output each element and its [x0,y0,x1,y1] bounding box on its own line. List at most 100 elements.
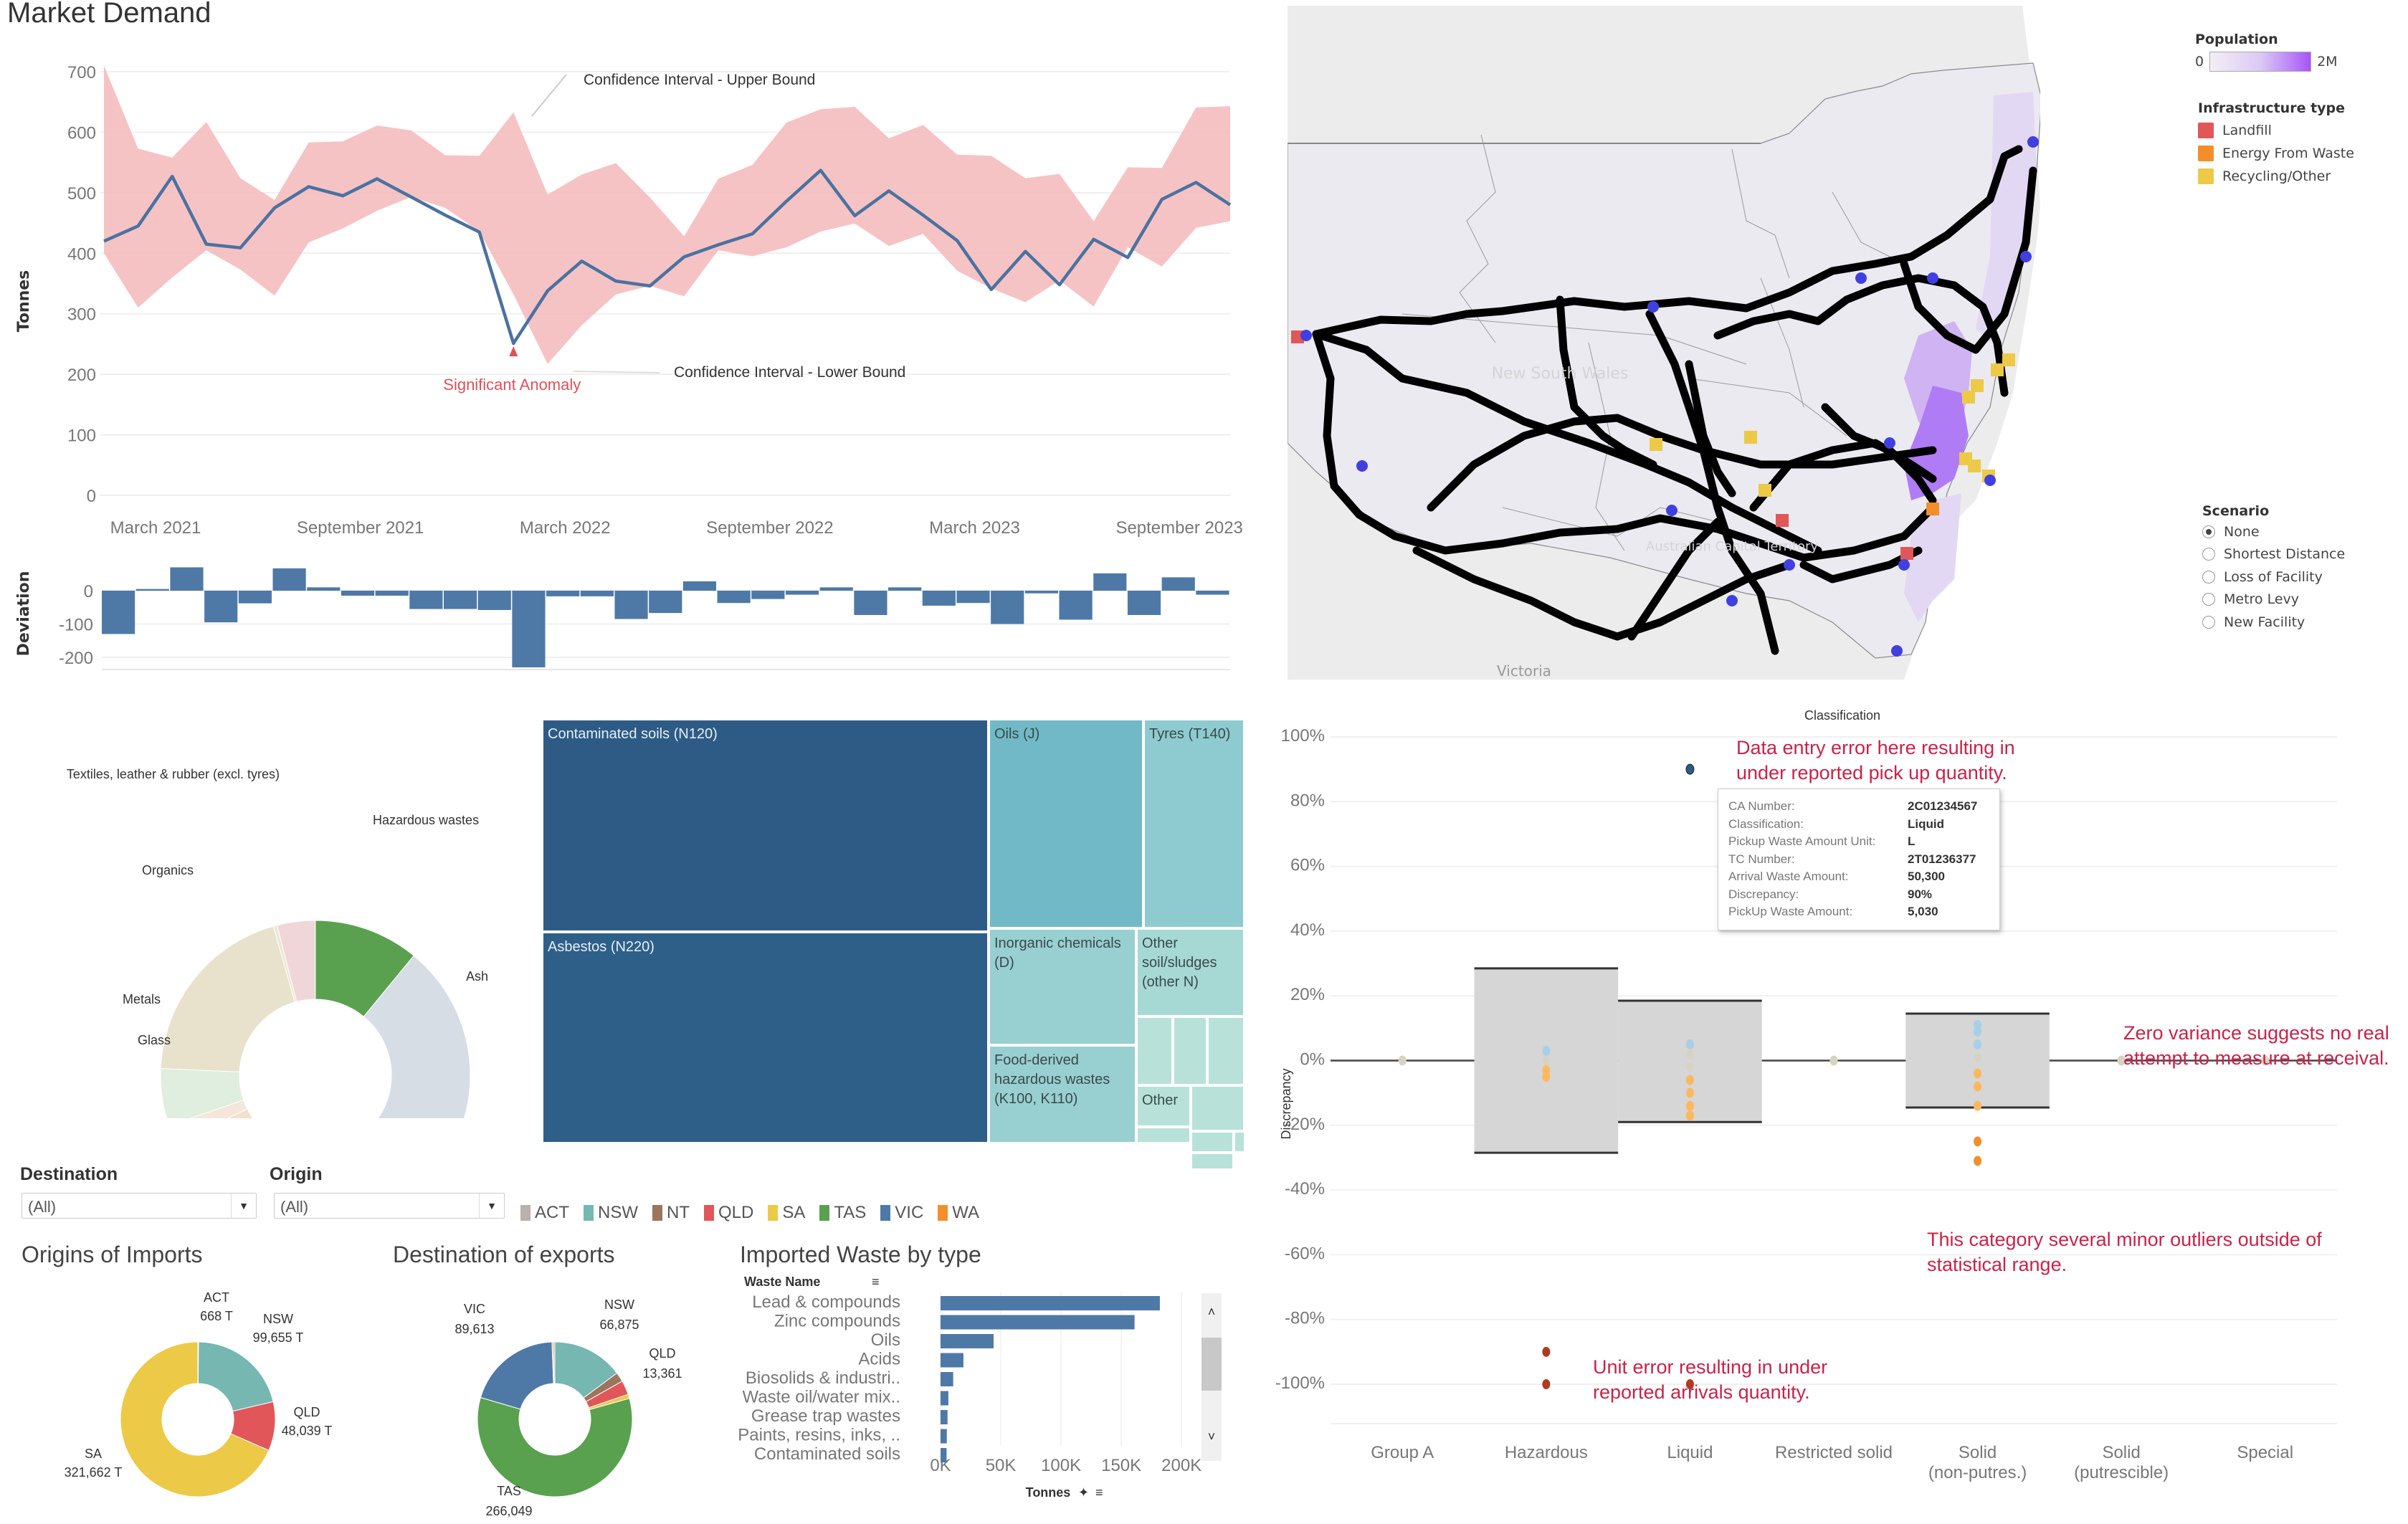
y-tick-label: 300 [67,305,96,325]
scenario-option[interactable]: New Facility [2202,611,2403,634]
state-legend-item[interactable]: ACT [520,1203,569,1223]
map-panel[interactable]: New South Wales Australian Capital Territ… [1288,6,2040,680]
scenario-option[interactable]: Loss of Facility [2202,566,2403,589]
chevron-down-icon: ˅ [1208,1429,1216,1444]
treemap-cell[interactable]: Other [1136,1085,1191,1127]
state-legend-item[interactable]: VIC [880,1203,923,1223]
treemap-cell[interactable]: Other soil/sludges (other N) [1136,928,1245,1016]
treemap-cell[interactable] [1191,1153,1234,1170]
deviation-bar [580,591,614,596]
legend-swatch [768,1205,779,1221]
state-legend-item[interactable]: NSW [584,1203,638,1223]
y-tick-label: 0 [87,487,96,506]
data-point [1542,1045,1551,1056]
y-tick-label: 400 [67,244,96,264]
waste-bar [941,1429,947,1444]
treemap-cell[interactable]: Inorganic chemicals (D) [989,928,1136,1045]
hub-node [1984,475,1996,486]
destination-filter[interactable]: (All) ▼ [22,1193,257,1219]
x-tick-label: September 2023 [1115,518,1242,538]
imported-by-type-title: Imported Waste by type [740,1242,981,1267]
treemap-label: Oils (J) [994,726,1040,742]
deviation-bar [443,591,477,609]
origin-filter[interactable]: (All) ▼ [274,1193,505,1219]
state-legend-item[interactable]: SA [768,1203,805,1223]
origin-state-label: SA [85,1447,102,1461]
facility-marker [1900,547,1913,560]
nsw-map[interactable]: New South Wales Australian Capital Territ… [1288,6,2040,680]
scenario-option[interactable]: Shortest Distance [2202,543,2403,566]
scenario-option[interactable]: None [2202,520,2403,543]
chevron-down-icon[interactable]: ▼ [231,1194,256,1218]
infrastructure-legend-item[interactable]: Landfill [2198,119,2406,142]
state-legend-item[interactable]: TAS [819,1203,866,1223]
waste-bar [941,1353,963,1368]
data-point [1685,1075,1694,1085]
waste-bar [941,1391,948,1406]
radio-button[interactable] [2202,548,2215,561]
data-point [1685,1062,1694,1072]
treemap-cell[interactable] [1191,1085,1245,1131]
state-legend-item[interactable]: NT [652,1203,690,1223]
y-tick-label: 0% [1300,1050,1325,1070]
radio-button[interactable] [2202,570,2215,584]
treemap-cell[interactable] [1136,1127,1191,1143]
infrastructure-legend-item[interactable]: Recycling/Other [2198,165,2406,188]
waste-name-label: Paints, resins, inks, .. [738,1426,900,1445]
tooltip-value: 5,030 [1908,905,1938,919]
state-legend-label: ACT [535,1203,569,1222]
origin-value-label: 321,662 T [65,1465,123,1480]
y-tick-label: -100% [1276,1373,1325,1393]
legend-label: Recycling/Other [2222,168,2331,184]
treemap-cell[interactable]: Asbestos (N220) [542,932,989,1143]
treemap-cell[interactable]: Food-derived hazardous wastes (K100, K11… [989,1045,1136,1143]
radio-button[interactable] [2202,615,2215,629]
hub-node [1784,559,1795,571]
treemap-cell[interactable] [1173,1016,1207,1085]
radio-button[interactable] [2202,593,2215,606]
treemap-cell[interactable] [1191,1131,1234,1153]
destination-state-label: NSW [604,1297,634,1312]
composition-label: Ash [466,969,488,984]
population-gradient [2209,52,2312,72]
waste-bar [941,1372,953,1386]
chevron-up-icon: ˄ [1208,1305,1216,1319]
deviation-bar [204,591,238,623]
state-legend-item[interactable]: WA [938,1203,979,1223]
tooltip-key: Classification: [1728,816,1804,831]
treemap-cell[interactable]: Contaminated soils (N120) [542,719,989,932]
deviation-bar [375,591,409,596]
legend-swatch [520,1205,530,1221]
waste-name-label: Oils [871,1330,900,1350]
hub-node [1855,272,1867,284]
x-tick-label: 100K [1041,1456,1081,1475]
facility-marker [1971,379,1984,392]
note-unit-error: Unit error resulting in under reported a… [1593,1356,1828,1404]
sort-icon: ≡ [872,1275,880,1289]
treemap-cell[interactable] [1234,1131,1245,1153]
imported-waste-bar-chart: Waste Name ≡0K 50K 100K 150K 200KLead & compo… [738,1275,1222,1500]
deviation-bar [717,591,751,604]
origin-slice [197,1341,274,1412]
deviation-bar [1161,577,1195,591]
treemap-cell[interactable] [1207,1016,1245,1085]
x-tick-label: 150K [1101,1456,1141,1475]
radio-button[interactable] [2202,525,2215,538]
tooltip-value: 50,300 [1908,870,1945,884]
act-label: Australian Capital Territory [1646,539,1819,554]
tooltip-key: Arrival Waste Amount: [1728,870,1849,884]
x-tick-label: September 2022 [706,518,833,538]
treemap-label: Other [1142,1092,1179,1108]
category-sublabel: (non-putres.) [1928,1463,2027,1482]
treemap-cell[interactable]: Tyres (T140) [1143,719,1245,928]
state-legend-label: NSW [598,1203,638,1222]
infrastructure-legend-item[interactable]: Energy From Waste [2198,142,2406,165]
treemap-cell[interactable] [1136,1016,1173,1085]
deviation-bar [512,591,546,667]
state-legend-item[interactable]: QLD [704,1203,753,1223]
deviation-bar [1024,591,1059,594]
tooltip-row: TC Number: 2T01236377 [1728,851,1989,869]
chevron-down-icon[interactable]: ▼ [479,1194,504,1218]
treemap-cell[interactable]: Oils (J) [989,719,1143,928]
scenario-option[interactable]: Metro Levy [2202,589,2403,611]
